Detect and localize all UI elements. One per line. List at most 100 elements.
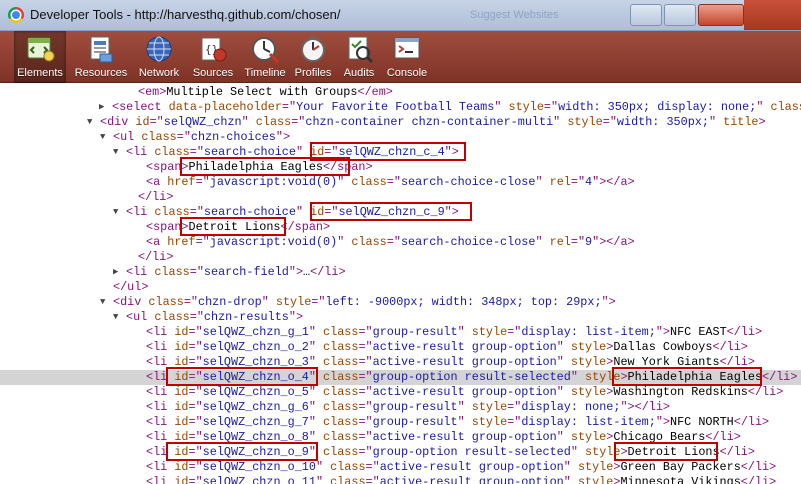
tab-sources[interactable]: {} Sources bbox=[188, 31, 238, 83]
tab-console[interactable]: Console bbox=[384, 31, 430, 83]
token-val: group-option result-selected bbox=[372, 370, 571, 384]
token-attr: rel bbox=[549, 175, 571, 189]
dom-node-line[interactable]: <a href="javascript:void(0)" class="sear… bbox=[0, 235, 801, 250]
token-tag: "> bbox=[288, 310, 304, 324]
token-tag: <ul bbox=[113, 130, 142, 144]
token-attr: href bbox=[167, 175, 196, 189]
close-button[interactable] bbox=[698, 4, 744, 26]
dom-node-markup: <a href="javascript:void(0)" class="sear… bbox=[146, 175, 635, 190]
dom-node-line[interactable]: <span>Philadelphia Eagles</span> bbox=[0, 160, 801, 175]
token-tag: " bbox=[570, 445, 586, 459]
token-tag: "> bbox=[275, 130, 291, 144]
dom-node-markup: <div class="chzn-drop" style="left: -900… bbox=[113, 295, 616, 310]
token-tag: </li> bbox=[310, 265, 346, 279]
dom-node-line[interactable]: <li id="selQWZ_chzn_o_2" class="active-r… bbox=[0, 340, 801, 355]
token-tag: =" bbox=[543, 100, 559, 114]
chrome-icon bbox=[8, 7, 24, 23]
token-attr: class bbox=[323, 355, 359, 369]
token-val: selQWZ_chzn_o_5 bbox=[202, 385, 309, 399]
token-tag: "> bbox=[655, 325, 671, 339]
dom-node-markup: <li id="selQWZ_chzn_o_10" class="active-… bbox=[146, 460, 776, 475]
token-val: chzn-container chzn-container-multi bbox=[305, 115, 554, 129]
token-attr: id bbox=[174, 340, 189, 354]
dom-node-line[interactable]: <li id="selQWZ_chzn_o_10" class="active-… bbox=[0, 460, 801, 475]
token-txt: NFC NORTH bbox=[670, 415, 734, 429]
close-tab-strip bbox=[744, 0, 801, 30]
dom-node-line[interactable]: ▼ <ul class="chzn-results"> bbox=[0, 310, 801, 325]
minimize-button[interactable] bbox=[630, 4, 662, 26]
dom-node-markup: <ul class="chzn-choices"> bbox=[113, 130, 290, 145]
token-tag: =" bbox=[358, 415, 373, 429]
expand-triangle-icon[interactable]: ▶ bbox=[99, 100, 104, 115]
tab-timeline[interactable]: Timeline bbox=[242, 31, 288, 83]
token-attr: style bbox=[508, 100, 544, 114]
token-val: active-result group-option bbox=[372, 355, 557, 369]
token-val: javascript:void(0) bbox=[209, 175, 338, 189]
dom-node-markup: <li id="selQWZ_chzn_o_5" class="active-r… bbox=[146, 385, 783, 400]
profiles-icon bbox=[301, 36, 325, 62]
dom-node-line[interactable]: ▼ <div id="selQWZ_chzn" class="chzn-conta… bbox=[0, 115, 801, 130]
token-tag: =" bbox=[358, 400, 373, 414]
collapse-triangle-icon[interactable]: ▼ bbox=[100, 295, 105, 310]
token-tag: " bbox=[553, 115, 568, 129]
dom-node-line[interactable]: ▶ <select data-placeholder="Your Favorite… bbox=[0, 100, 801, 115]
dom-node-line[interactable]: <li id="selQWZ_chzn_o_5" class="active-r… bbox=[0, 385, 801, 400]
dom-node-line[interactable]: <li id="selQWZ_chzn_g_6" class="group-re… bbox=[0, 400, 801, 415]
annotation-box bbox=[180, 217, 286, 236]
token-tag: =" bbox=[602, 115, 617, 129]
dom-node-markup: <li id="selQWZ_chzn_o_2" class="active-r… bbox=[146, 340, 748, 355]
token-tag: =" bbox=[188, 475, 203, 484]
tab-network[interactable]: Network bbox=[134, 31, 184, 83]
collapse-triangle-icon[interactable]: ▼ bbox=[100, 130, 105, 145]
maximize-button[interactable] bbox=[664, 4, 696, 26]
dom-node-line[interactable]: </ul> bbox=[0, 280, 801, 295]
dom-node-line[interactable]: <span>Detroit Lions</span> bbox=[0, 220, 801, 235]
tab-audits[interactable]: Audits bbox=[338, 31, 380, 83]
collapse-triangle-icon[interactable]: ▼ bbox=[113, 205, 118, 220]
token-attr: class bbox=[154, 265, 190, 279]
token-tag: " bbox=[315, 475, 331, 484]
token-attr: id bbox=[174, 415, 189, 429]
collapse-triangle-icon[interactable]: ▼ bbox=[113, 310, 118, 325]
tab-profiles[interactable]: Profiles bbox=[292, 31, 334, 83]
token-val: active-result group-option bbox=[372, 385, 557, 399]
token-attr: class bbox=[323, 415, 359, 429]
token-val: javascript:void(0) bbox=[209, 235, 338, 249]
token-val: display: list-item; bbox=[521, 325, 656, 339]
token-tag: =" bbox=[358, 385, 373, 399]
token-tag: =" bbox=[183, 295, 198, 309]
collapse-triangle-icon[interactable]: ▼ bbox=[87, 115, 92, 130]
dom-node-markup: <li class="search-field">…</li> bbox=[126, 265, 346, 280]
annotation-box bbox=[612, 367, 762, 386]
token-attr: style bbox=[471, 400, 508, 414]
tab-elements[interactable]: Elements bbox=[14, 31, 66, 83]
dom-node-line[interactable]: <li id="selQWZ_chzn_o_11" class="active-… bbox=[0, 475, 801, 484]
token-tag: </li> bbox=[138, 190, 174, 204]
token-attr: class bbox=[330, 475, 366, 484]
dom-node-line[interactable]: <em>Multiple Select with Groups</em> bbox=[0, 85, 801, 100]
token-tag: " bbox=[556, 340, 571, 354]
dom-node-markup: <li id="selQWZ_chzn_g_1" class="group-re… bbox=[146, 325, 762, 340]
token-tag: =" bbox=[188, 325, 203, 339]
token-tag: " bbox=[563, 460, 578, 474]
dom-node-line[interactable]: <li id="selQWZ_chzn_g_1" class="group-re… bbox=[0, 325, 801, 340]
collapse-triangle-icon[interactable]: ▼ bbox=[113, 145, 118, 160]
token-tag: " bbox=[308, 415, 324, 429]
token-tag: =" bbox=[507, 400, 522, 414]
token-tag: =" bbox=[195, 175, 210, 189]
expand-triangle-icon[interactable]: ▶ bbox=[113, 265, 118, 280]
token-val: group-result bbox=[372, 415, 458, 429]
dom-node-line[interactable]: ▼ <div class="chzn-drop" style="left: -90… bbox=[0, 295, 801, 310]
dom-node-line[interactable]: <li id="selQWZ_chzn_g_7" class="group-re… bbox=[0, 415, 801, 430]
tab-resources[interactable]: Resources bbox=[70, 31, 132, 83]
token-tag: " bbox=[337, 235, 352, 249]
dom-node-line[interactable]: </li> bbox=[0, 250, 801, 265]
token-tag: <li bbox=[146, 325, 175, 339]
token-attr: title bbox=[723, 115, 759, 129]
dom-node-markup: <li id="selQWZ_chzn_g_6" class="group-re… bbox=[146, 400, 670, 415]
dom-node-line[interactable]: <a href="javascript:void(0)" class="sear… bbox=[0, 175, 801, 190]
token-tag: =" bbox=[365, 460, 380, 474]
dom-node-line[interactable]: ▶ <li class="search-field">…</li> bbox=[0, 265, 801, 280]
token-attr: style bbox=[567, 115, 603, 129]
token-attr: id bbox=[174, 475, 189, 484]
